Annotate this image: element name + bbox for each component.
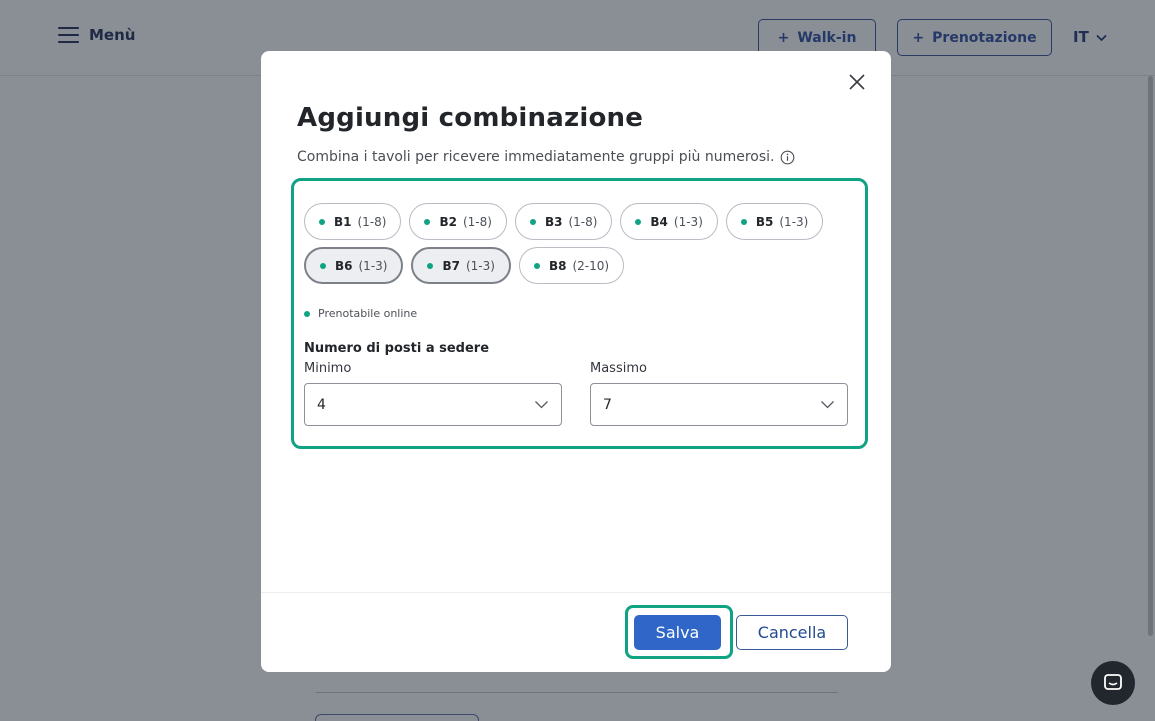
dialog-description: Combina i tavoli per ricevere immediatam… [297, 149, 795, 165]
max-seats-label: Massimo [590, 361, 647, 376]
table-name: B3 [544, 214, 563, 229]
table-chip-b2[interactable]: B2 (1-8) [409, 203, 507, 240]
table-name: B1 [334, 214, 352, 229]
online-dot-icon [533, 262, 540, 269]
menu-label: Menù [89, 26, 136, 44]
legend-label: Prenotabile online [318, 307, 418, 320]
table-capacity: (1-3) [673, 214, 703, 229]
table-chip-b5[interactable]: B5 (1-3) [725, 203, 824, 240]
table-chip-b4[interactable]: B4 (1-3) [620, 203, 718, 240]
background-divider [316, 692, 838, 693]
new-reservation-label: Prenotazione [932, 29, 1037, 46]
table-name: B6 [335, 258, 353, 273]
max-seats-value: 7 [603, 396, 612, 413]
online-dot-icon [740, 218, 747, 225]
language-label: IT [1073, 28, 1089, 46]
plus-icon: + [912, 29, 925, 46]
table-name: B2 [439, 214, 457, 229]
menu-button[interactable]: Menù [58, 26, 135, 44]
table-name: B5 [755, 214, 774, 229]
save-button[interactable]: Salva [634, 615, 721, 650]
cancel-button[interactable]: Cancella [736, 615, 848, 650]
dialog-title: Aggiungi combinazione [297, 103, 644, 133]
table-chip-b7[interactable]: B7 (1-3) [411, 247, 511, 284]
online-dot-icon [320, 262, 326, 269]
chevron-down-icon [1096, 34, 1107, 41]
chip-row: B1 (1-8) B2 (1-8) B3 (1-8) B4 (1-3) B5 (1-3) [304, 203, 844, 240]
language-selector[interactable]: IT [1073, 28, 1108, 46]
seats-section-label: Numero di posti a sedere [304, 341, 490, 356]
table-capacity: (1-3) [779, 214, 809, 229]
description-text: Combina i tavoli per ricevere immediatam… [297, 149, 775, 165]
footer-divider [261, 592, 891, 593]
chevron-down-icon [535, 401, 548, 409]
min-seats-select[interactable]: 4 [304, 383, 562, 426]
online-dot-icon [304, 310, 310, 317]
chip-row: B6 (1-3) B7 (1-3) B8 (2-10) [304, 247, 844, 284]
table-chip-b6[interactable]: B6 (1-3) [304, 247, 404, 284]
table-chip-b1[interactable]: B1 (1-8) [304, 203, 402, 240]
min-seats-label: Minimo [304, 361, 352, 376]
online-legend: Prenotabile online [304, 307, 417, 320]
table-capacity: (1-8) [462, 214, 492, 229]
table-capacity: (2-10) [572, 258, 610, 273]
online-dot-icon [635, 218, 642, 225]
close-icon[interactable] [846, 71, 868, 93]
table-capacity: (1-8) [568, 214, 598, 229]
online-dot-icon [319, 218, 325, 225]
table-chip-b3[interactable]: B3 (1-8) [514, 203, 613, 240]
table-capacity: (1-8) [357, 214, 387, 229]
table-name: B4 [650, 214, 668, 229]
online-dot-icon [427, 262, 434, 269]
online-dot-icon [529, 218, 536, 225]
table-chip-b8[interactable]: B8 (2-10) [518, 247, 625, 284]
new-reservation-button[interactable]: + Prenotazione [897, 19, 1052, 56]
add-combination-dialog: Aggiungi combinazione Combina i tavoli p… [261, 51, 891, 672]
plus-icon: + [777, 29, 790, 46]
walk-in-label: Walk-in [797, 29, 857, 46]
table-name: B8 [548, 258, 567, 273]
table-capacity: (1-3) [358, 258, 388, 273]
hamburger-icon [58, 27, 79, 43]
online-dot-icon [424, 218, 431, 225]
chat-icon [1104, 674, 1122, 690]
scrollbar[interactable] [1148, 76, 1153, 636]
info-icon[interactable] [780, 150, 795, 165]
min-seats-value: 4 [317, 396, 326, 413]
chevron-down-icon [821, 401, 834, 409]
background-button [315, 714, 479, 721]
chat-button[interactable] [1091, 661, 1135, 705]
table-capacity: (1-3) [465, 258, 495, 273]
max-seats-select[interactable]: 7 [590, 383, 848, 426]
table-name: B7 [442, 258, 460, 273]
table-chip-list: B1 (1-8) B2 (1-8) B3 (1-8) B4 (1-3) B5 (1-3) … [304, 203, 844, 291]
